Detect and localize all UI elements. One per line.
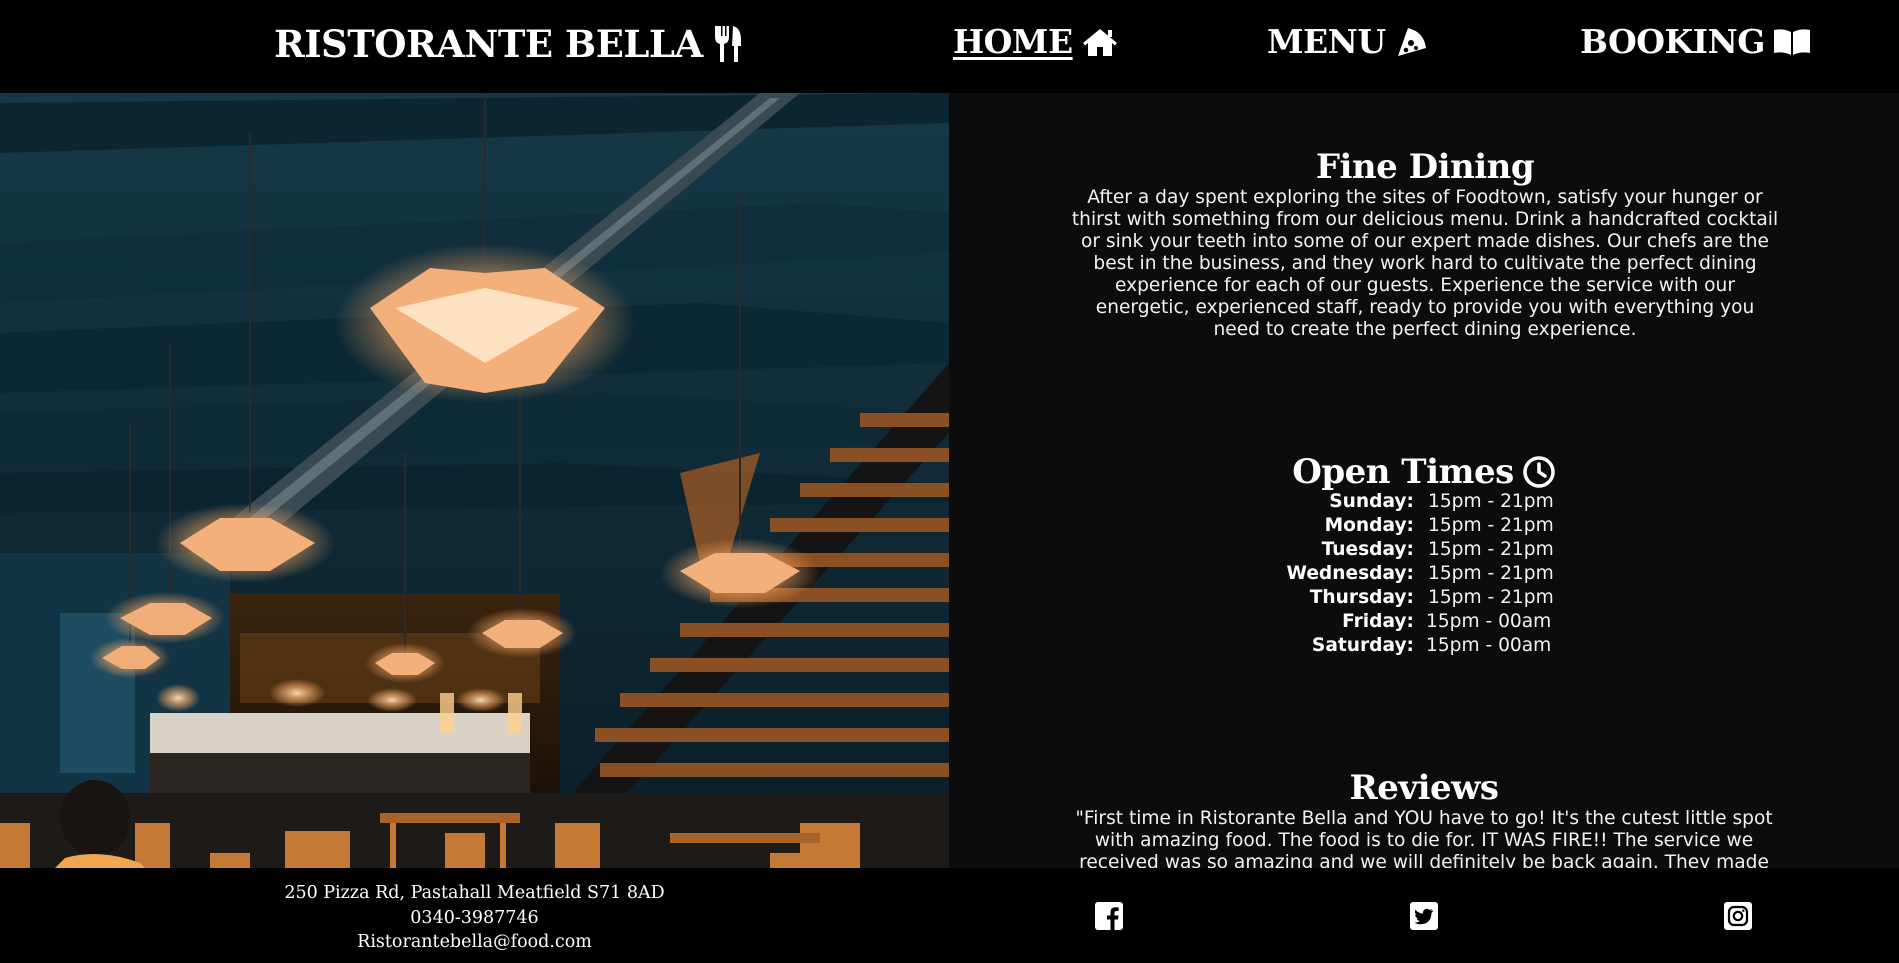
nav-booking[interactable]: BOOKING bbox=[1580, 22, 1811, 61]
nav-home[interactable]: HOME bbox=[953, 22, 1119, 61]
nav-home-label: HOME bbox=[953, 22, 1073, 61]
hours-day: Saturday: bbox=[1311, 635, 1414, 656]
hours-time: 15pm - 00am bbox=[1426, 611, 1552, 632]
nav-booking-label: BOOKING bbox=[1580, 22, 1765, 61]
hours-time: 15pm - 21pm bbox=[1428, 563, 1554, 584]
restaurant-interior-illustration bbox=[0, 93, 949, 868]
open-times-title: Open Times bbox=[1292, 452, 1514, 492]
hours-time: 15pm - 00am bbox=[1426, 635, 1552, 656]
facebook-icon[interactable] bbox=[1094, 901, 1124, 931]
nav-menu-label: MENU bbox=[1267, 22, 1386, 61]
fine-dining-section: Fine Dining After a day spent exploring … bbox=[1070, 147, 1780, 341]
open-times-heading: Open Times bbox=[949, 452, 1899, 492]
hours-day: Sunday: bbox=[1329, 491, 1414, 512]
utensils-icon bbox=[714, 26, 741, 62]
hours-time: 15pm - 21pm bbox=[1428, 539, 1554, 560]
hours-time: 15pm - 21pm bbox=[1428, 491, 1554, 512]
review-text: "First time in Ristorante Bella and YOU … bbox=[1075, 808, 1773, 868]
email-text[interactable]: Ristorantebella@food.com bbox=[0, 930, 949, 955]
home-icon bbox=[1082, 28, 1117, 56]
pizza-slice-icon bbox=[1397, 27, 1426, 56]
open-times-section: Open Times bbox=[949, 452, 1899, 492]
hours-day: Wednesday: bbox=[1286, 563, 1414, 584]
hours-day: Thursday: bbox=[1309, 587, 1414, 608]
site-footer: 250 Pizza Rd, Pastahall Meatfield S71 8A… bbox=[0, 868, 1899, 963]
hours-time: 15pm - 21pm bbox=[1428, 587, 1554, 608]
instagram-icon[interactable] bbox=[1723, 901, 1753, 931]
open-book-icon bbox=[1773, 28, 1810, 55]
phone-text[interactable]: 0340-3987746 bbox=[0, 906, 949, 931]
hero-image bbox=[0, 93, 949, 868]
hours-day: Monday: bbox=[1324, 515, 1414, 536]
fine-dining-title: Fine Dining bbox=[1315, 147, 1535, 187]
nav-menu[interactable]: MENU bbox=[1267, 22, 1428, 61]
address-text: 250 Pizza Rd, Pastahall Meatfield S71 8A… bbox=[284, 883, 665, 903]
fine-dining-text: After a day spent exploring the sites of… bbox=[1071, 187, 1779, 340]
reviews-title: Reviews bbox=[1349, 768, 1499, 808]
brand-name: RISTORANTE BELLA bbox=[274, 22, 703, 66]
hours-time: 15pm - 21pm bbox=[1428, 515, 1554, 536]
twitter-icon[interactable] bbox=[1409, 901, 1439, 931]
brand-logo[interactable]: RISTORANTE BELLA bbox=[274, 22, 743, 66]
site-header: RISTORANTE BELLA HOME MENU BOOKING bbox=[0, 0, 1899, 93]
hours-day: Friday: bbox=[1342, 611, 1414, 632]
reviews-section: Reviews "First time in Ristorante Bella … bbox=[1066, 768, 1782, 868]
hours-day: Tuesday: bbox=[1321, 539, 1414, 560]
main-content: Fine Dining After a day spent exploring … bbox=[949, 93, 1899, 868]
contact-block: 250 Pizza Rd, Pastahall Meatfield S71 8A… bbox=[0, 881, 949, 955]
clock-icon bbox=[1523, 456, 1555, 488]
